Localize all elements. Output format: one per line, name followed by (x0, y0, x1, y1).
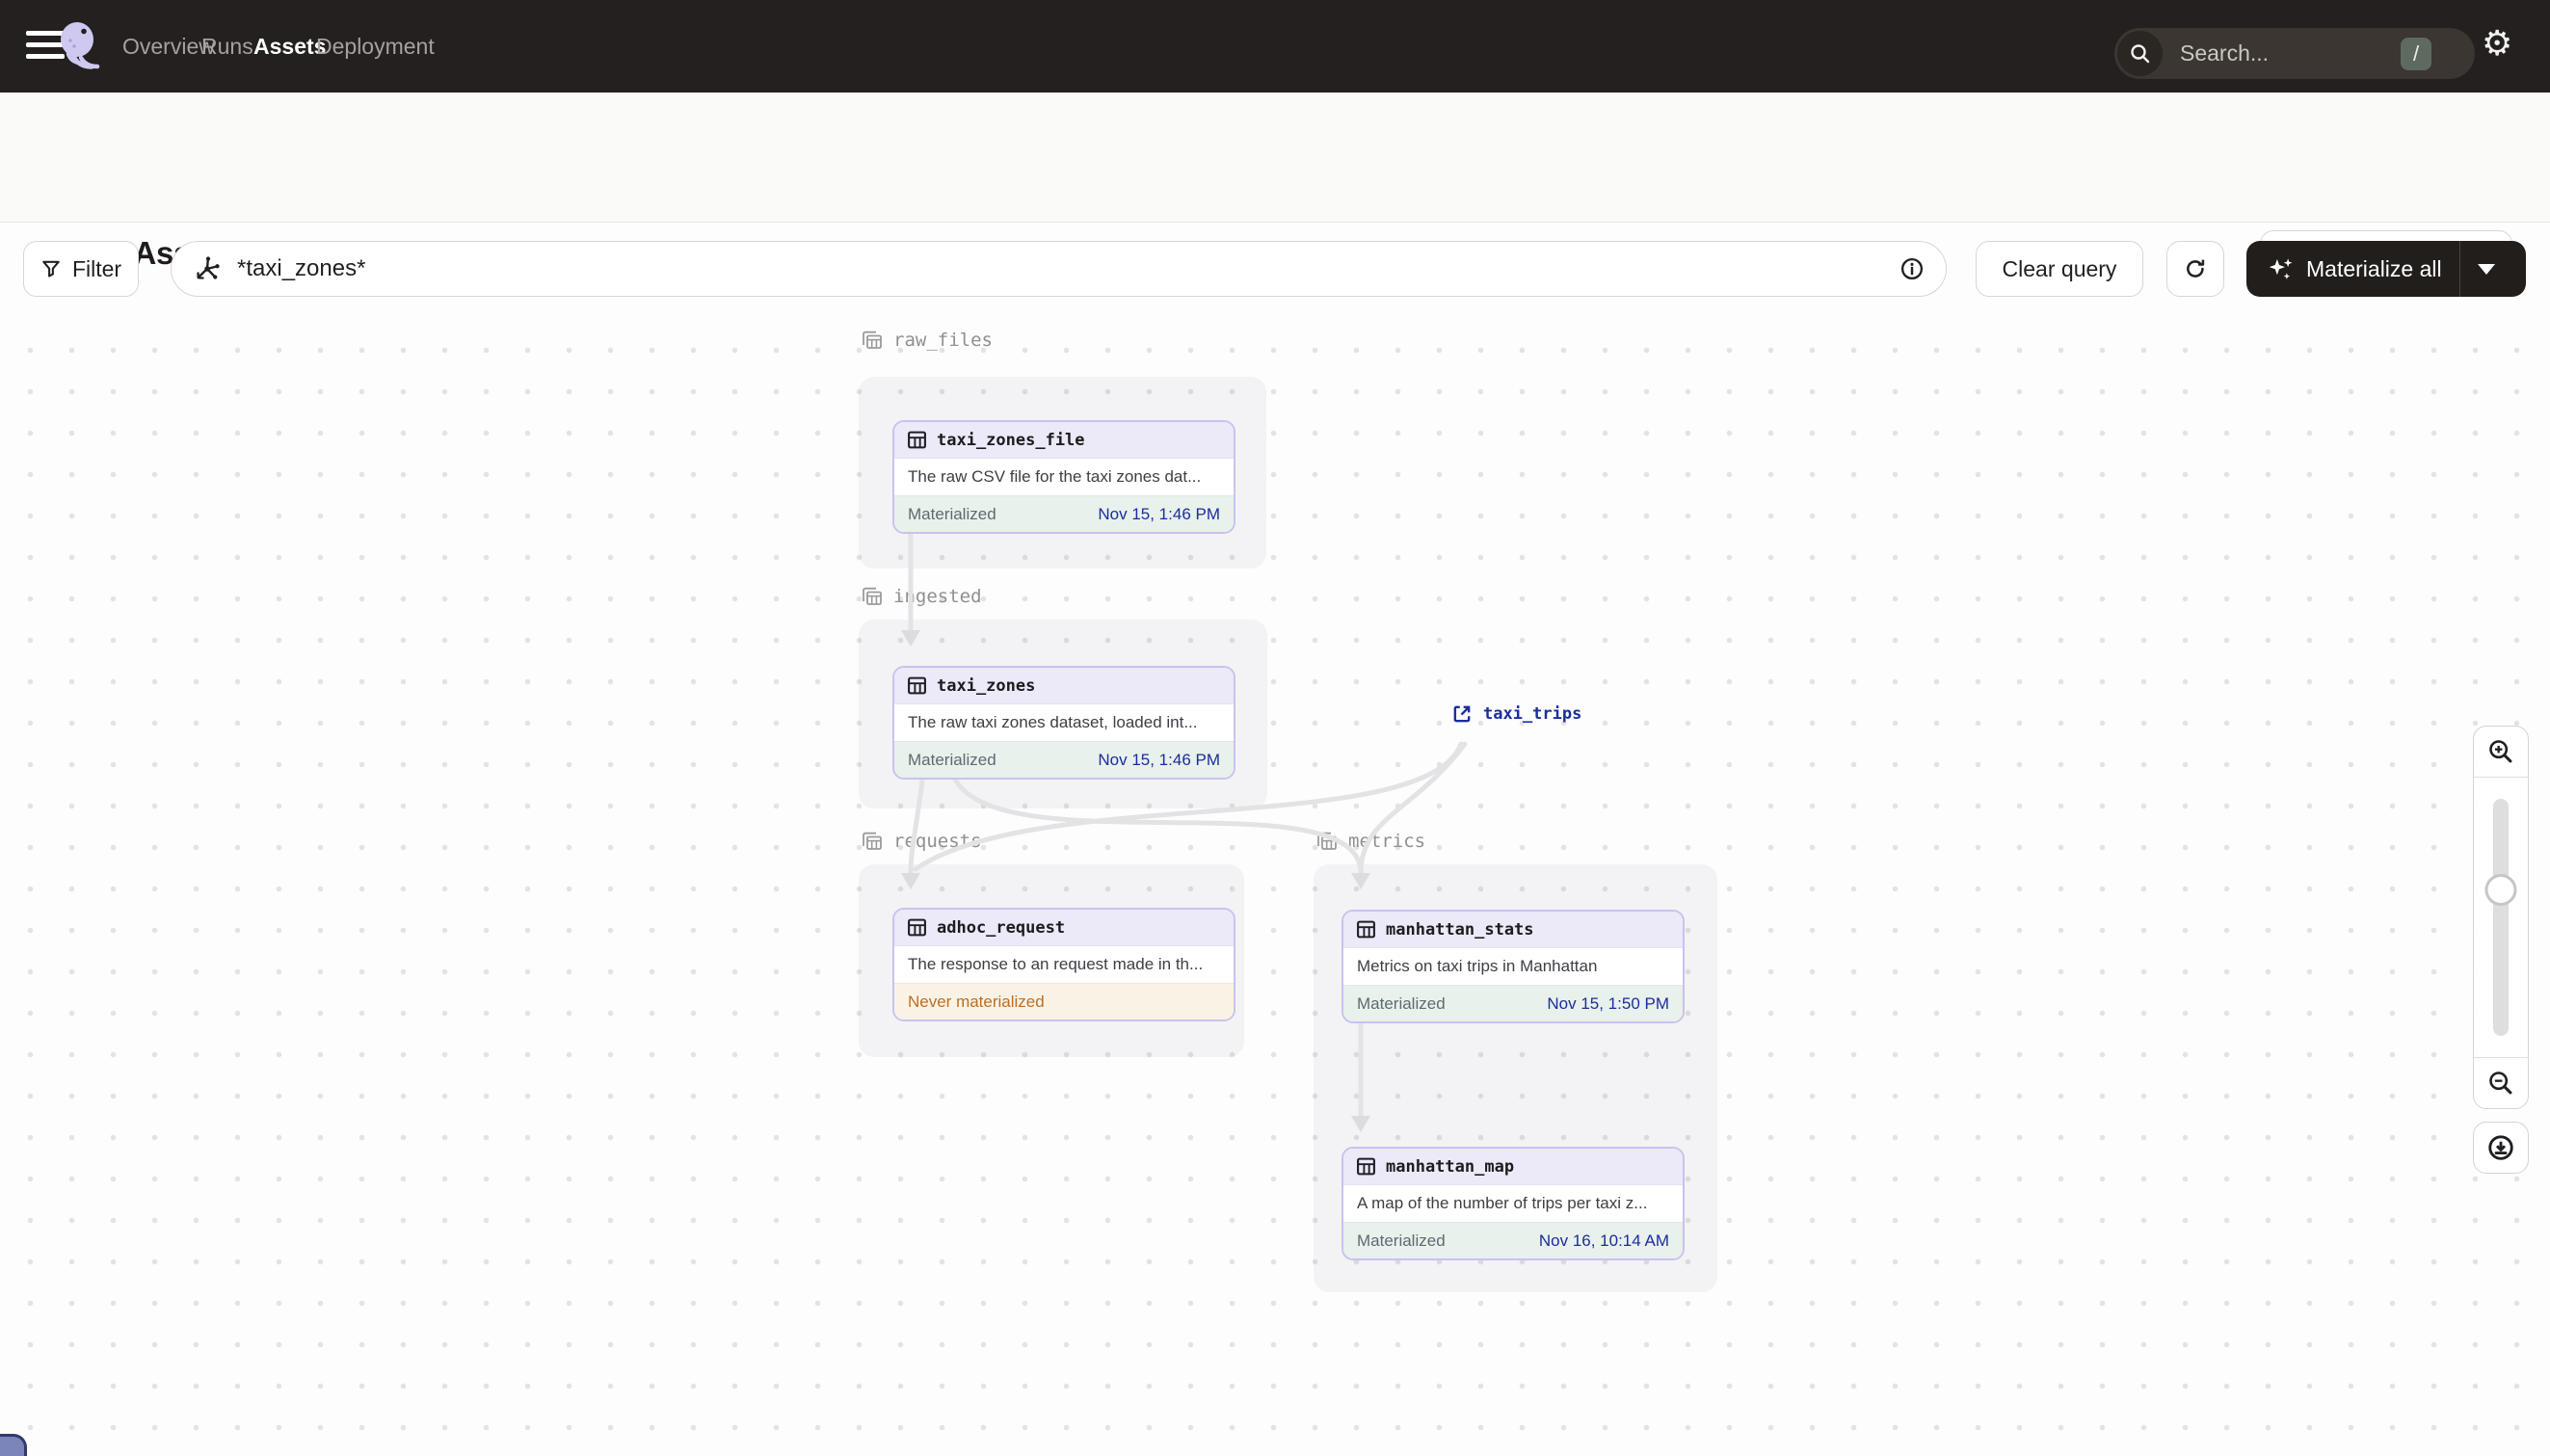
status-label: Materialized (908, 750, 996, 769)
table-icon (1357, 920, 1375, 939)
clear-query-label: Clear query (2002, 255, 2117, 281)
filter-label: Filter (71, 255, 122, 281)
materialize-all-label: Materialize all (2306, 255, 2442, 281)
materialization-timestamp[interactable]: Nov 15, 1:46 PM (1098, 751, 1220, 770)
asset-status-row: Materialized Nov 15, 1:46 PM (894, 741, 1234, 778)
status-label: Never materialized (908, 992, 1045, 1011)
nav-deployment[interactable]: Deployment (316, 0, 435, 93)
sparkles-icon (2269, 258, 2293, 279)
lineage-toolbar: Filter Clear query (0, 222, 2550, 318)
materialize-dropdown-button[interactable] (2460, 263, 2513, 275)
download-center-icon (2488, 1135, 2513, 1160)
search-input[interactable]: Search... / (2114, 28, 2475, 79)
clear-query-button[interactable]: Clear query (1976, 241, 2143, 297)
zoom-in-icon (2489, 740, 2512, 763)
table-icon (908, 676, 926, 695)
zoom-slider (2474, 777, 2528, 1058)
group-label-metrics: metrics (1315, 831, 1425, 852)
lineage-canvas[interactable]: raw_files ingested requests metrics taxi… (0, 222, 2550, 1453)
table-icon (908, 918, 926, 937)
asset-node-adhoc-request[interactable]: adhoc_request The response to an request… (892, 908, 1235, 1021)
search-placeholder: Search... (2180, 40, 2270, 66)
asset-description: The response to an request made in th... (894, 945, 1234, 983)
zoom-out-icon (2489, 1072, 2512, 1095)
search-icon (2117, 31, 2163, 76)
zoom-controls (2473, 726, 2529, 1109)
asset-query-input[interactable] (235, 254, 1899, 283)
table-group-icon (1317, 832, 1337, 850)
chevron-down-icon (2478, 263, 2496, 275)
materialization-timestamp[interactable]: Nov 16, 10:14 AM (1539, 1231, 1669, 1251)
octopus-logo-icon (61, 22, 100, 69)
nav-runs[interactable]: Runs (201, 0, 253, 93)
top-nav-bar: Overview Runs Assets Deployment Search..… (0, 0, 2550, 93)
asset-status-row: Materialized Nov 15, 1:46 PM (894, 495, 1234, 532)
table-icon (1357, 1157, 1375, 1176)
recenter-button[interactable] (2473, 1122, 2529, 1174)
refresh-button[interactable] (2166, 241, 2224, 297)
status-label: Materialized (1357, 1231, 1446, 1250)
materialization-timestamp[interactable]: Nov 15, 1:46 PM (1098, 505, 1220, 524)
asset-status-row: Materialized Nov 16, 10:14 AM (1343, 1222, 1683, 1258)
asset-description: Metrics on taxi trips in Manhattan (1343, 947, 1683, 985)
external-link-icon (1453, 705, 1471, 723)
asset-description: A map of the number of trips per taxi z.… (1343, 1184, 1683, 1222)
external-asset-taxi-trips[interactable]: taxi_trips (1451, 703, 1581, 725)
group-label-ingested: ingested (861, 586, 982, 607)
asset-node-taxi-zones-file[interactable]: taxi_zones_file The raw CSV file for the… (892, 420, 1235, 534)
search-shortcut-badge: / (2401, 37, 2431, 70)
asset-node-taxi-zones[interactable]: taxi_zones The raw taxi zones dataset, l… (892, 666, 1235, 780)
asset-node-manhattan-map[interactable]: manhattan_map A map of the number of tri… (1341, 1147, 1685, 1260)
filter-button[interactable]: Filter (23, 241, 139, 297)
asset-node-manhattan-stats[interactable]: manhattan_stats Metrics on taxi trips in… (1341, 910, 1685, 1023)
asset-description: The raw taxi zones dataset, loaded int..… (894, 703, 1234, 741)
table-group-icon (863, 587, 882, 605)
zoom-out-button[interactable] (2474, 1058, 2528, 1108)
table-group-icon (863, 832, 882, 850)
page-header: Global Asset Lineage Reload definitions (0, 93, 2550, 286)
table-icon (908, 431, 926, 449)
funnel-icon (42, 260, 60, 278)
status-label: Materialized (908, 504, 996, 523)
materialization-timestamp[interactable]: Nov 15, 1:50 PM (1547, 994, 1669, 1014)
table-group-icon (863, 331, 882, 349)
settings-gear-icon[interactable]: ⚙ (2482, 23, 2512, 64)
status-label: Materialized (1357, 993, 1446, 1013)
group-label-requests: requests (861, 831, 982, 852)
asset-description: The raw CSV file for the taxi zones dat.… (894, 458, 1234, 495)
op-selector-icon (197, 256, 220, 279)
dagster-logo[interactable] (56, 19, 104, 73)
info-icon[interactable] (1899, 256, 1925, 281)
asset-query-field[interactable] (171, 241, 1947, 297)
zoom-slider-track[interactable] (2493, 799, 2509, 1036)
materialize-all-button[interactable]: Materialize all (2246, 241, 2526, 297)
refresh-icon (2187, 259, 2205, 278)
asset-status-row: Materialized Nov 15, 1:50 PM (1343, 985, 1683, 1021)
zoom-slider-thumb[interactable] (2484, 874, 2517, 906)
dot-grid-background (0, 324, 2550, 1440)
group-label-raw-files: raw_files (861, 330, 993, 351)
asset-status-row: Never materialized (894, 983, 1234, 1019)
zoom-in-button[interactable] (2474, 727, 2528, 777)
